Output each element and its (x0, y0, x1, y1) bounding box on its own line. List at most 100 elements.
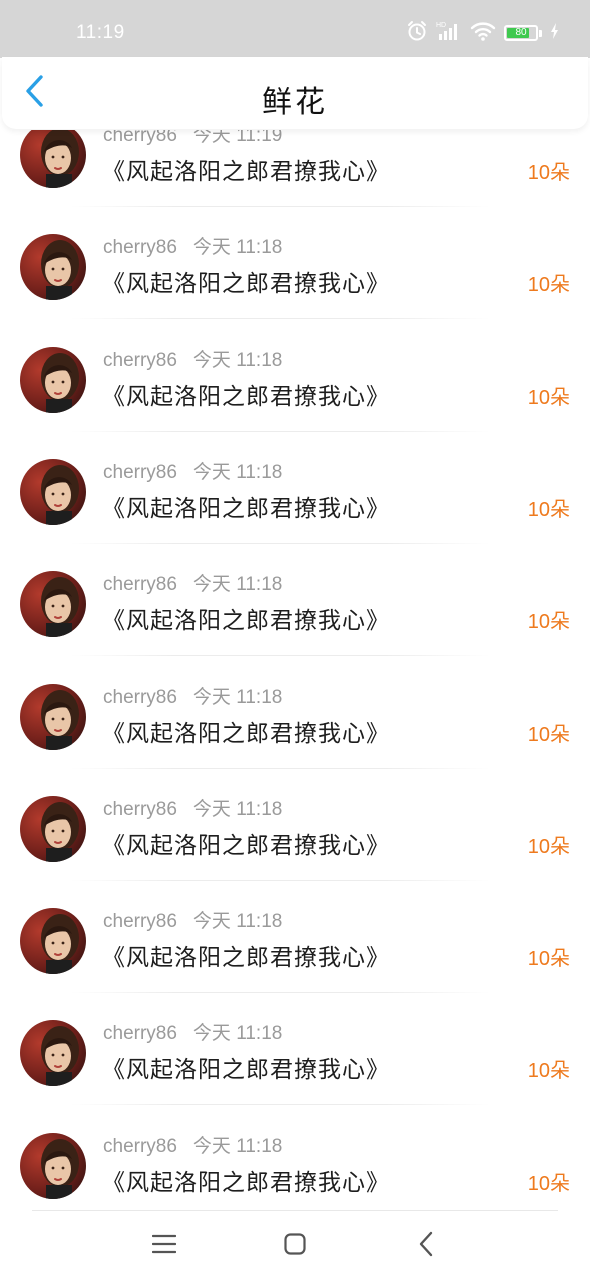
flower-count: 10朵 (527, 162, 570, 184)
row-divider (70, 992, 490, 993)
flower-count: 10朵 (527, 611, 570, 633)
charging-icon (550, 23, 560, 43)
username[interactable]: cherry86 (103, 1136, 177, 1157)
battery-level: 80 (515, 27, 527, 38)
flower-count: 10朵 (527, 724, 570, 746)
username[interactable]: cherry86 (103, 130, 177, 146)
record-meta: cherry86 今天 11:19 (103, 130, 282, 147)
book-title[interactable]: 《风起洛阳之郎君撩我心》 (102, 1050, 390, 1084)
record-meta: cherry86 今天 11:18 (103, 569, 282, 596)
alarm-icon (406, 20, 428, 46)
username[interactable]: cherry86 (103, 687, 177, 708)
list-item[interactable]: cherry86 今天 11:18 《风起洛阳之郎君撩我心》 10朵 (0, 459, 590, 571)
avatar[interactable] (20, 684, 86, 750)
flower-count: 10朵 (527, 1060, 570, 1082)
record-meta: cherry86 今天 11:18 (103, 794, 282, 821)
book-title[interactable]: 《风起洛阳之郎君撩我心》 (102, 938, 390, 972)
book-title[interactable]: 《风起洛阳之郎君撩我心》 (102, 152, 390, 186)
nav-menu-button[interactable] (144, 1228, 184, 1264)
row-divider (70, 880, 490, 881)
timestamp: 今天 11:18 (192, 574, 283, 595)
username[interactable]: cherry86 (103, 237, 177, 258)
chevron-back-icon (418, 1231, 434, 1261)
avatar[interactable] (20, 1133, 86, 1199)
record-meta: cherry86 今天 11:18 (103, 457, 282, 484)
row-divider (70, 206, 490, 207)
book-title[interactable]: 《风起洛阳之郎君撩我心》 (102, 489, 390, 523)
book-title[interactable]: 《风起洛阳之郎君撩我心》 (102, 264, 390, 298)
nav-home-button[interactable] (275, 1228, 315, 1264)
book-title[interactable]: 《风起洛阳之郎君撩我心》 (102, 601, 390, 635)
flower-count: 10朵 (527, 387, 570, 409)
username[interactable]: cherry86 (103, 799, 177, 820)
battery-icon: 80 (504, 25, 538, 41)
record-meta: cherry86 今天 11:18 (103, 345, 282, 372)
flower-count: 10朵 (527, 274, 570, 296)
square-home-icon (283, 1232, 307, 1260)
timestamp: 今天 11:18 (192, 911, 283, 932)
row-divider (70, 431, 490, 432)
record-meta: cherry86 今天 11:18 (103, 1018, 282, 1045)
system-nav-bar (0, 1210, 590, 1280)
avatar[interactable] (20, 130, 86, 188)
avatar[interactable] (20, 347, 86, 413)
username[interactable]: cherry86 (103, 1023, 177, 1044)
timestamp: 今天 11:18 (192, 237, 283, 258)
timestamp: 今天 11:18 (192, 1023, 283, 1044)
page-title: 鲜花 (262, 85, 328, 120)
list-item[interactable]: cherry86 今天 11:18 《风起洛阳之郎君撩我心》 10朵 (0, 684, 590, 796)
list-item[interactable]: cherry86 今天 11:18 《风起洛阳之郎君撩我心》 10朵 (0, 571, 590, 683)
battery-tip (539, 29, 542, 37)
avatar[interactable] (20, 459, 86, 525)
flower-record-list: cherry86 今天 11:19 《风起洛阳之郎君撩我心》 10朵 cherry86 今… (0, 130, 590, 1210)
book-title[interactable]: 《风起洛阳之郎君撩我心》 (102, 714, 390, 748)
book-title[interactable]: 《风起洛阳之郎君撩我心》 (102, 1163, 390, 1197)
list-item[interactable]: cherry86 今天 11:19 《风起洛阳之郎君撩我心》 10朵 (0, 130, 590, 234)
book-title[interactable]: 《风起洛阳之郎君撩我心》 (102, 826, 390, 860)
nav-back-button[interactable] (406, 1228, 446, 1264)
record-meta: cherry86 今天 11:18 (103, 682, 282, 709)
row-divider (70, 655, 490, 656)
avatar[interactable] (20, 796, 86, 862)
username[interactable]: cherry86 (103, 350, 177, 371)
timestamp: 今天 11:18 (192, 350, 283, 371)
wifi-icon (470, 20, 496, 46)
nav-divider (32, 1210, 558, 1211)
timestamp: 今天 11:18 (192, 1136, 283, 1157)
avatar[interactable] (20, 1020, 86, 1086)
timestamp: 今天 11:18 (192, 799, 283, 820)
status-bar: 11:19 HD 80 (0, 0, 590, 58)
row-divider (70, 768, 490, 769)
username[interactable]: cherry86 (103, 462, 177, 483)
list-item[interactable]: cherry86 今天 11:18 《风起洛阳之郎君撩我心》 10朵 (0, 796, 590, 908)
status-time: 11:19 (76, 22, 125, 43)
svg-text:HD: HD (436, 22, 446, 29)
menu-icon (151, 1233, 177, 1259)
username[interactable]: cherry86 (103, 574, 177, 595)
signal-icon: HD (436, 20, 462, 46)
row-divider (70, 318, 490, 319)
list-item[interactable]: cherry86 今天 11:18 《风起洛阳之郎君撩我心》 10朵 (0, 908, 590, 1020)
list-item[interactable]: cherry86 今天 11:18 《风起洛阳之郎君撩我心》 10朵 (0, 234, 590, 346)
record-meta: cherry86 今天 11:18 (103, 1131, 282, 1158)
list-item[interactable]: cherry86 今天 11:18 《风起洛阳之郎君撩我心》 10朵 (0, 1020, 590, 1132)
flower-count: 10朵 (527, 499, 570, 521)
avatar[interactable] (20, 571, 86, 637)
record-meta: cherry86 今天 11:18 (103, 232, 282, 259)
row-divider (70, 543, 490, 544)
avatar[interactable] (20, 908, 86, 974)
list-item[interactable]: cherry86 今天 11:18 《风起洛阳之郎君撩我心》 10朵 (0, 1133, 590, 1210)
timestamp: 今天 11:18 (192, 687, 283, 708)
list-item[interactable]: cherry86 今天 11:18 《风起洛阳之郎君撩我心》 10朵 (0, 347, 590, 459)
flower-count: 10朵 (527, 836, 570, 858)
record-meta: cherry86 今天 11:18 (103, 906, 282, 933)
flower-count: 10朵 (527, 948, 570, 970)
timestamp: 今天 11:18 (192, 462, 283, 483)
flower-count: 10朵 (527, 1173, 570, 1195)
row-divider (70, 1104, 490, 1105)
timestamp: 今天 11:19 (192, 130, 283, 146)
avatar[interactable] (20, 234, 86, 300)
header-bar: 鲜花 (2, 57, 588, 129)
book-title[interactable]: 《风起洛阳之郎君撩我心》 (102, 377, 390, 411)
username[interactable]: cherry86 (103, 911, 177, 932)
